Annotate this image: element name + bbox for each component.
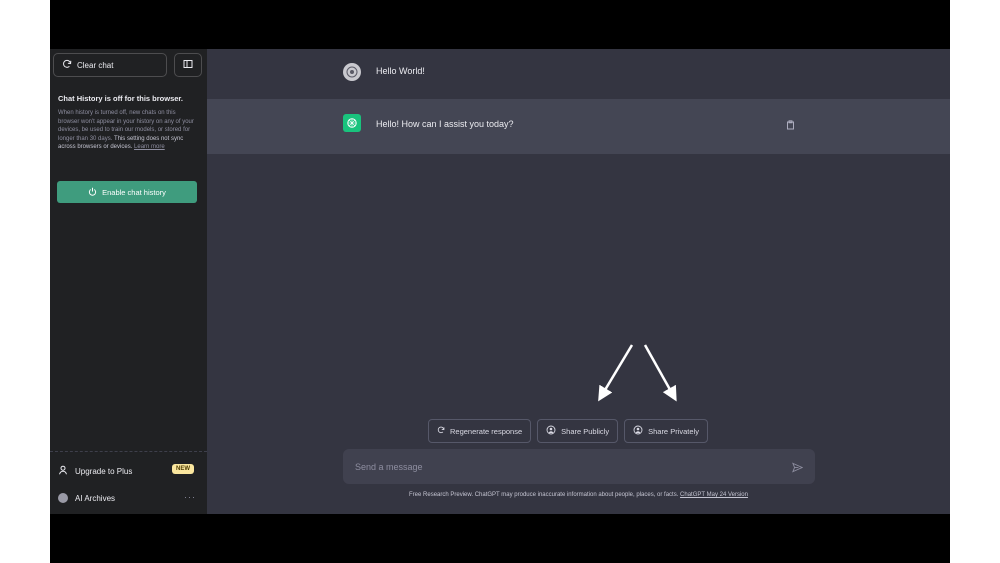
arrow-to-share-privately [643,344,677,402]
regenerate-icon [437,426,445,436]
learn-more-link[interactable]: Learn more [134,144,165,150]
new-badge: NEW [172,464,194,474]
response-actions: Regenerate response Share Publicly Share… [428,419,708,443]
enable-chat-history-button[interactable]: Enable chat history [57,181,197,203]
regenerate-label: Regenerate response [450,426,523,436]
user-message-text: Hello World! [376,66,425,76]
share-private-icon [633,425,643,437]
account-name: AI Archives [75,493,116,503]
arrow-to-share-publicly [598,344,634,402]
assistant-message-text: Hello! How can I assist you today? [376,119,514,129]
user-message-row [207,49,950,99]
upgrade-to-plus-item[interactable]: Upgrade to Plus NEW [58,463,202,479]
history-off-title: Chat History is off for this browser. [58,94,184,103]
clear-chat-label: Clear chat [77,60,114,70]
upgrade-label: Upgrade to Plus [75,466,133,476]
footer-disclaimer: Free Research Preview. ChatGPT may produ… [207,492,950,498]
footer-text: Free Research Preview. ChatGPT may produ… [409,492,679,498]
share-public-icon [546,425,556,437]
refresh-icon [62,59,72,71]
regenerate-response-button[interactable]: Regenerate response [428,419,532,443]
message-composer [343,449,815,484]
copy-icon[interactable] [786,117,795,135]
assistant-avatar-icon [343,114,361,132]
chat-app: Clear chat Chat History is off for this … [50,49,950,514]
message-input[interactable] [353,457,777,477]
more-icon[interactable]: ··· [184,492,196,502]
share-publicly-button[interactable]: Share Publicly [537,419,619,443]
share-privately-button[interactable]: Share Privately [624,419,708,443]
enable-chat-history-label: Enable chat history [102,187,166,197]
version-link[interactable]: ChatGPT May 24 Version [680,492,748,498]
power-icon [88,187,97,198]
account-item[interactable]: AI Archives ··· [58,490,202,506]
user-avatar [343,63,361,81]
sidebar: Clear chat Chat History is off for this … [50,49,207,514]
history-off-description: When history is turned off, new chats on… [58,109,198,152]
sidebar-toggle-icon [183,56,193,74]
clear-chat-button[interactable]: Clear chat [53,53,167,77]
share-privately-label: Share Privately [648,426,699,436]
sidebar-divider [50,451,207,452]
avatar [58,493,68,503]
sidebar-toggle-button[interactable] [174,53,202,77]
share-publicly-label: Share Publicly [561,426,610,436]
user-icon [58,465,68,477]
assistant-message-row [207,99,950,154]
send-icon[interactable] [792,460,804,478]
